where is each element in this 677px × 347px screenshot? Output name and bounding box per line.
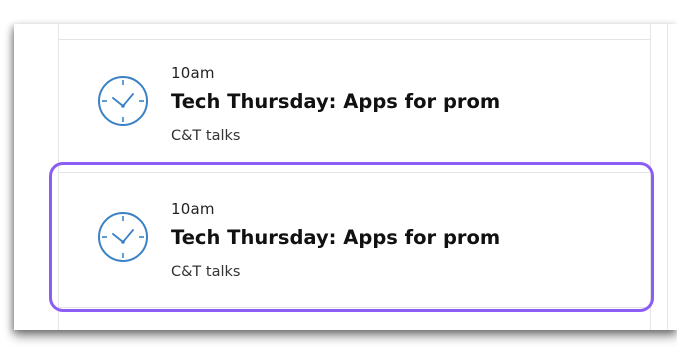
event-title[interactable]: Tech Thursday: Apps for prom bbox=[171, 90, 500, 113]
event-time: 10am bbox=[171, 64, 215, 82]
column-divider bbox=[667, 24, 668, 330]
highlight-outline bbox=[49, 162, 654, 312]
screenshot-stage: 10am Tech Thursday: Apps for prom C&T ta… bbox=[0, 0, 677, 347]
event-category: C&T talks bbox=[171, 128, 241, 144]
clock-icon bbox=[98, 76, 148, 126]
event-item[interactable]: 10am Tech Thursday: Apps for prom C&T ta… bbox=[74, 40, 634, 160]
